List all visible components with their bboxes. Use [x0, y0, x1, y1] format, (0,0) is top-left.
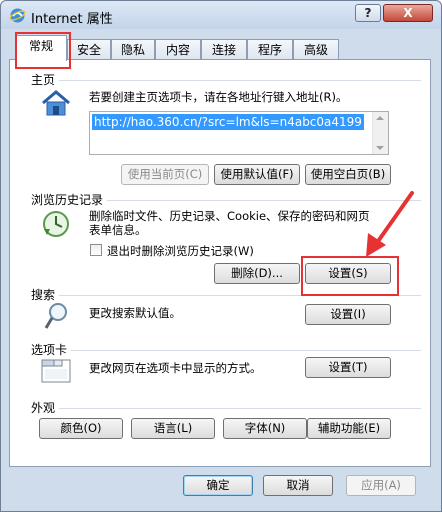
- appearance-group-label: 外观: [31, 399, 60, 416]
- use-current-button[interactable]: 使用当前页(C): [121, 164, 209, 185]
- delete-history-button[interactable]: 删除(D)...: [214, 263, 300, 284]
- use-blank-button[interactable]: 使用空白页(B): [305, 164, 391, 185]
- appearance-divider: [31, 408, 421, 409]
- tab-advanced[interactable]: 高级: [293, 39, 339, 61]
- apply-button[interactable]: 应用(A): [346, 475, 416, 496]
- tab-connections[interactable]: 连接: [201, 39, 247, 61]
- history-group-label: 浏览历史记录: [31, 191, 108, 208]
- tabs-window-icon: [41, 359, 71, 383]
- languages-button[interactable]: 语言(L): [131, 418, 215, 439]
- homepage-url-text[interactable]: http://hao.360.cn/?src=lm&ls=n4abc0a4199: [92, 114, 364, 130]
- tab-content[interactable]: 内容: [155, 39, 201, 61]
- ok-button[interactable]: 确定: [183, 475, 253, 496]
- scroll-down-icon[interactable]: [376, 146, 384, 150]
- tabs-divider: [31, 350, 421, 351]
- tabs-description: 更改网页在选项卡中显示的方式。: [89, 361, 262, 375]
- delete-on-exit-checkbox[interactable]: [90, 244, 102, 256]
- house-icon: [42, 90, 70, 116]
- colors-button[interactable]: 颜色(O): [39, 418, 123, 439]
- url-scrollbar[interactable]: [372, 112, 388, 154]
- magnifier-icon: [44, 303, 67, 329]
- search-settings-button[interactable]: 设置(I): [305, 304, 391, 325]
- tab-general[interactable]: 常规: [15, 35, 67, 61]
- search-group-label: 搜索: [31, 286, 60, 303]
- tab-security[interactable]: 安全: [67, 39, 111, 61]
- tabs-group-label: 选项卡: [31, 341, 72, 358]
- window-title: Internet 属性: [31, 12, 113, 27]
- accessibility-button[interactable]: 辅助功能(E): [307, 418, 391, 439]
- homepage-url-field[interactable]: http://hao.360.cn/?src=lm&ls=n4abc0a4199: [89, 111, 389, 155]
- title-bar[interactable]: Internet 属性 ? X: [1, 1, 441, 29]
- cancel-button[interactable]: 取消: [263, 475, 333, 496]
- history-clock-icon: [43, 211, 69, 237]
- fonts-button[interactable]: 字体(N): [223, 418, 307, 439]
- tab-programs[interactable]: 程序: [247, 39, 293, 61]
- search-description: 更改搜索默认值。: [89, 306, 181, 320]
- search-divider: [31, 295, 421, 296]
- scroll-up-icon[interactable]: [376, 116, 384, 120]
- homepage-group-label: 主页: [31, 71, 60, 88]
- help-button[interactable]: ?: [355, 4, 381, 22]
- history-description-line2: 表单信息。: [89, 223, 147, 237]
- use-default-button[interactable]: 使用默认值(F): [214, 164, 300, 185]
- internet-properties-window: Internet 属性 ? X 常规 安全 隐私 内容 连接 程序 高级 主页 …: [0, 0, 442, 512]
- annotation-arrow-icon: [366, 191, 414, 257]
- close-button[interactable]: X: [383, 4, 433, 22]
- homepage-divider: [31, 80, 421, 81]
- delete-on-exit-label[interactable]: 退出时删除浏览历史记录(W): [107, 244, 254, 258]
- homepage-description: 若要创建主页选项卡，请在各地址行键入地址(R)。: [89, 90, 348, 104]
- tab-privacy[interactable]: 隐私: [111, 39, 155, 61]
- internet-explorer-icon: [9, 8, 26, 23]
- history-settings-button[interactable]: 设置(S): [305, 263, 391, 284]
- tabs-settings-button[interactable]: 设置(T): [305, 357, 391, 378]
- history-description-line1: 删除临时文件、历史记录、Cookie、保存的密码和网页: [89, 209, 370, 223]
